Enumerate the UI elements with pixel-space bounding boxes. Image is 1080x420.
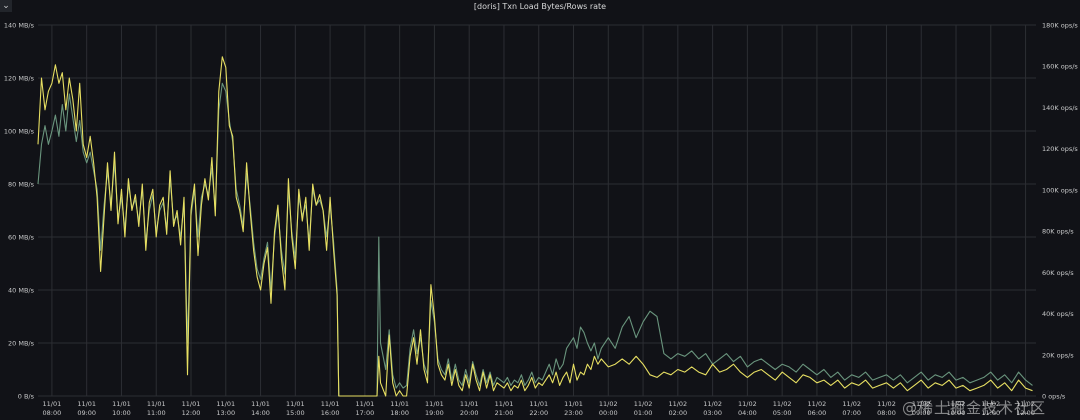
x-tick-date: 11/02 bbox=[599, 400, 618, 408]
y-left-tick-label: 80 MB/s bbox=[8, 181, 35, 189]
x-tick-time: 00:00 bbox=[599, 409, 618, 417]
x-tick-time: 08:00 bbox=[877, 409, 896, 417]
x-tick-date: 11/02 bbox=[703, 400, 722, 408]
x-tick-time: 12:00 bbox=[182, 409, 201, 417]
x-tick-time: 04:00 bbox=[738, 409, 757, 417]
x-tick-time: 13:00 bbox=[216, 409, 235, 417]
x-tick-time: 06:00 bbox=[808, 409, 827, 417]
x-tick-time: 10:00 bbox=[112, 409, 131, 417]
x-tick-date: 11/01 bbox=[460, 400, 479, 408]
x-tick-date: 11/02 bbox=[877, 400, 896, 408]
graph-panel: ⌄ [doris] Txn Load Bytes/Rows rate 0 B/s… bbox=[0, 0, 1080, 420]
x-tick-time: 18:00 bbox=[390, 409, 409, 417]
y-right-tick-label: 100K ops/s bbox=[1042, 186, 1078, 194]
x-tick-time: 20:00 bbox=[460, 409, 479, 417]
x-tick-time: 15:00 bbox=[286, 409, 305, 417]
x-tick-time: 08:00 bbox=[43, 409, 62, 417]
x-tick-time: 01:00 bbox=[634, 409, 653, 417]
x-tick-date: 11/02 bbox=[842, 400, 861, 408]
x-tick-date: 11/01 bbox=[495, 400, 514, 408]
y-right-tick-label: 40K ops/s bbox=[1042, 310, 1074, 318]
x-tick-date: 11/02 bbox=[808, 400, 827, 408]
x-tick-date: 11/01 bbox=[147, 400, 166, 408]
y-left-tick-label: 60 MB/s bbox=[8, 234, 35, 242]
x-tick-time: 22:00 bbox=[529, 409, 548, 417]
y-left-tick-label: 40 MB/s bbox=[8, 287, 35, 295]
x-tick-time: 03:00 bbox=[703, 409, 722, 417]
y-left-tick-label: 140 MB/s bbox=[4, 22, 35, 30]
y-right-tick-label: 120K ops/s bbox=[1042, 145, 1078, 153]
x-tick-time: 21:00 bbox=[495, 409, 514, 417]
y-left-tick-label: 20 MB/s bbox=[8, 340, 35, 348]
x-tick-time: 07:00 bbox=[842, 409, 861, 417]
y-left-tick-label: 0 B/s bbox=[18, 393, 35, 401]
x-tick-date: 11/01 bbox=[112, 400, 131, 408]
x-tick-date: 11/01 bbox=[182, 400, 201, 408]
chart-svg: 0 B/s 20 MB/s 40 MB/s 60 MB/s 80 MB/s 100 MB/… bbox=[4, 22, 1079, 418]
y-right-tick-label: 180K ops/s bbox=[1042, 22, 1078, 30]
x-tick-date: 11/02 bbox=[668, 400, 687, 408]
x-tick-date: 11/01 bbox=[321, 400, 340, 408]
watermark-logo: @稀土掘金技术社区 bbox=[901, 399, 1046, 417]
x-tick-date: 11/01 bbox=[390, 400, 409, 408]
x-tick-time: 11:00 bbox=[147, 409, 166, 417]
x-tick-date: 11/01 bbox=[529, 400, 548, 408]
x-tick-time: 19:00 bbox=[425, 409, 444, 417]
y-right-tick-label: 160K ops/s bbox=[1042, 63, 1078, 71]
x-tick-date: 11/01 bbox=[251, 400, 270, 408]
x-tick-time: 09:00 bbox=[77, 409, 96, 417]
x-tick-date: 11/01 bbox=[286, 400, 305, 408]
x-tick-date: 11/01 bbox=[564, 400, 583, 408]
x-tick-time: 05:00 bbox=[773, 409, 792, 417]
x-tick-time: 14:00 bbox=[251, 409, 270, 417]
y-left-tick-label: 100 MB/s bbox=[4, 128, 35, 136]
x-tick-date: 11/02 bbox=[773, 400, 792, 408]
series-line-bytes bbox=[37, 56, 1033, 397]
x-tick-date: 11/01 bbox=[43, 400, 62, 408]
x-tick-time: 16:00 bbox=[321, 409, 340, 417]
x-tick-time: 02:00 bbox=[668, 409, 687, 417]
x-tick-date: 11/01 bbox=[356, 400, 375, 408]
y-right-tick-label: 140K ops/s bbox=[1042, 104, 1078, 112]
y-right-tick-label: 60K ops/s bbox=[1042, 269, 1074, 277]
x-tick-date: 11/02 bbox=[634, 400, 653, 408]
x-tick-time: 23:00 bbox=[564, 409, 583, 417]
x-tick-date: 11/01 bbox=[216, 400, 235, 408]
y-right-tick-label: 80K ops/s bbox=[1042, 228, 1074, 236]
y-left-tick-label: 120 MB/s bbox=[4, 75, 35, 83]
x-tick-time: 17:00 bbox=[356, 409, 375, 417]
x-tick-date: 11/01 bbox=[425, 400, 444, 408]
x-tick-date: 11/02 bbox=[738, 400, 757, 408]
x-tick-date: 11/01 bbox=[77, 400, 96, 408]
y-right-tick-label: 20K ops/s bbox=[1042, 351, 1074, 359]
